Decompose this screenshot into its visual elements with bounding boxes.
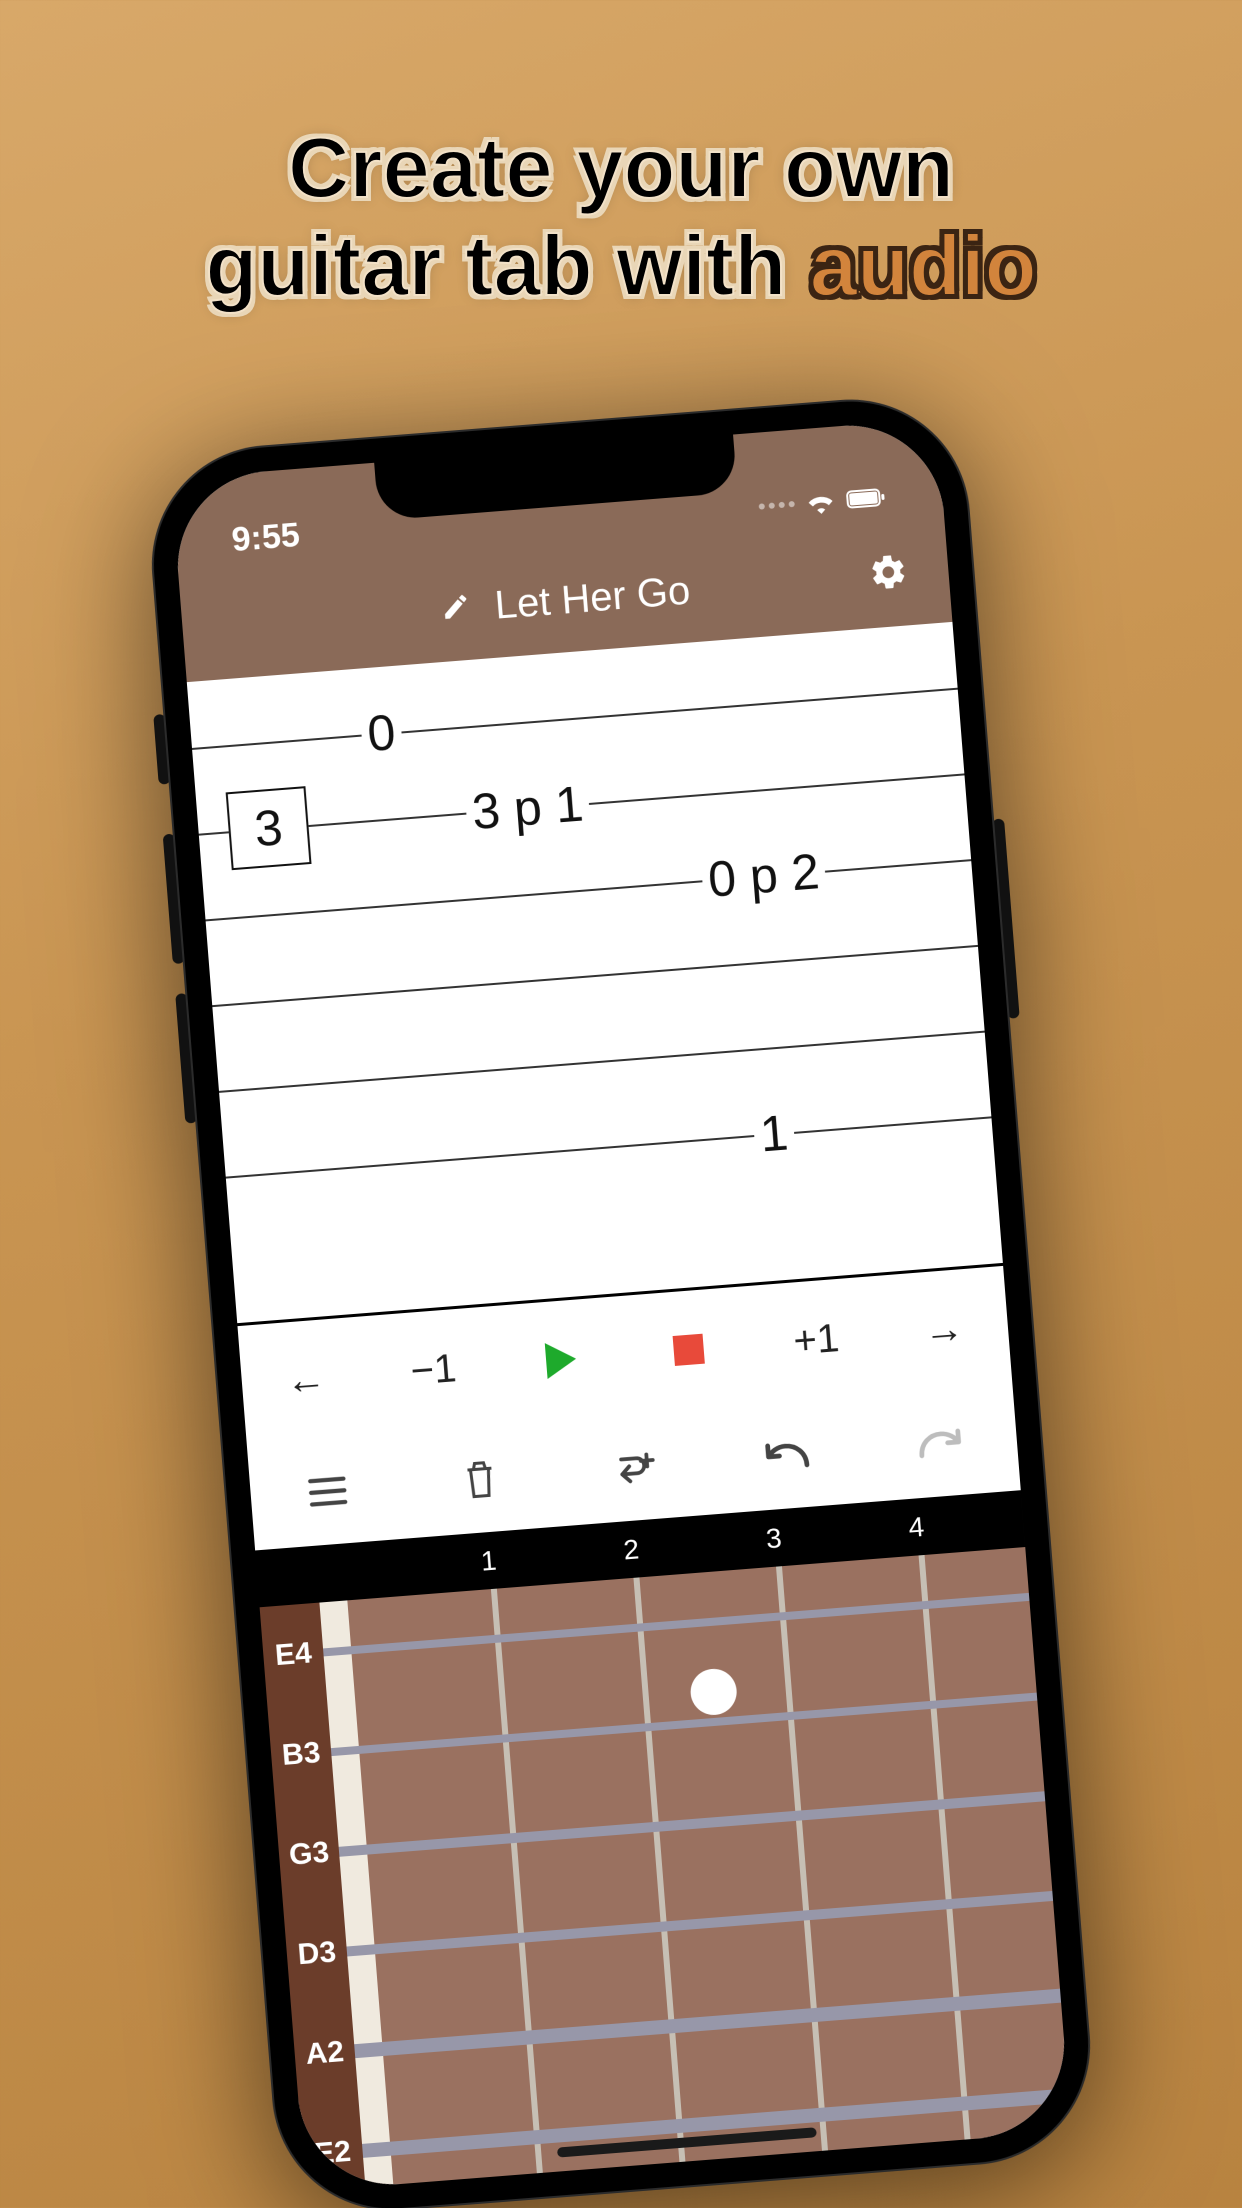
- staff-line-6: [226, 1116, 992, 1178]
- redo-button[interactable]: [898, 1410, 982, 1476]
- string-label-e4: E4: [262, 1635, 324, 1674]
- staff-line-1: [192, 688, 958, 750]
- phone-screen: 9:55 Let Her Go: [171, 419, 1071, 2192]
- headline-line2: guitar tab with audio: [0, 218, 1242, 316]
- stop-icon: [673, 1334, 705, 1366]
- fret-line-2: [633, 1577, 685, 2166]
- play-icon: [545, 1341, 578, 1379]
- fret-num-3: 3: [765, 1522, 783, 1555]
- status-time: 9:55: [230, 516, 301, 560]
- prev-button[interactable]: ←: [263, 1337, 349, 1423]
- headline-accent: audio: [810, 219, 1037, 314]
- tab-note-string1-0[interactable]: 0: [359, 703, 403, 764]
- fret-num-4: 4: [907, 1511, 925, 1544]
- string-label-a2: A2: [294, 2034, 356, 2073]
- cellular-icon: [759, 501, 795, 510]
- staff-line-5: [219, 1031, 985, 1093]
- headline-line2-plain: guitar tab with: [205, 219, 809, 314]
- fretboard-marker[interactable]: [689, 1667, 738, 1716]
- string-5[interactable]: [294, 1989, 1061, 2063]
- staff-line-4: [212, 945, 978, 1007]
- delete-button[interactable]: [438, 1446, 522, 1512]
- tab-note-string6[interactable]: 1: [752, 1103, 796, 1164]
- tab-seq-string3[interactable]: 0 p 2: [700, 842, 827, 909]
- fret-line-3: [776, 1566, 828, 2155]
- string-3[interactable]: [279, 1791, 1045, 1861]
- gear-icon[interactable]: [867, 551, 910, 599]
- tab-seq-string2[interactable]: 3 p 1: [464, 774, 591, 841]
- status-right-icons: [758, 484, 897, 519]
- promo-headline: Create your own guitar tab with audio: [0, 120, 1242, 316]
- string-label-d3: D3: [286, 1935, 348, 1974]
- menu-button[interactable]: [285, 1458, 369, 1524]
- string-label-e2: E2: [301, 2134, 363, 2173]
- play-button[interactable]: [518, 1317, 604, 1403]
- tab-sheet[interactable]: 0 3 3 p 1 0 p 2 1: [187, 622, 1003, 1326]
- string-label-g3: G3: [278, 1835, 340, 1874]
- phone-body: 9:55 Let Her Go: [143, 391, 1099, 2208]
- string-6[interactable]: [302, 2088, 1069, 2162]
- string-2[interactable]: [271, 1693, 1037, 1761]
- fret-num-2: 2: [622, 1533, 640, 1566]
- battery-icon: [846, 487, 887, 510]
- song-title[interactable]: Let Her Go: [493, 568, 692, 628]
- string-4[interactable]: [287, 1891, 1053, 1961]
- fretboard[interactable]: E4 B3 G3 D3 A2 E2: [260, 1547, 1072, 2191]
- fret-line-4: [919, 1555, 971, 2144]
- wifi-icon: [804, 489, 838, 515]
- phone-frame: 9:55 Let Her Go: [143, 391, 1099, 2208]
- decrement-button[interactable]: −1: [390, 1327, 476, 1413]
- staff-line-3: [205, 859, 971, 921]
- stop-button[interactable]: [646, 1307, 732, 1393]
- next-button[interactable]: →: [901, 1287, 987, 1373]
- insert-button[interactable]: [592, 1434, 676, 1500]
- increment-button[interactable]: +1: [773, 1297, 859, 1383]
- string-1[interactable]: [263, 1593, 1029, 1661]
- fret-num-1: 1: [480, 1545, 498, 1578]
- fret-line-1: [491, 1589, 543, 2178]
- edit-icon[interactable]: [440, 590, 473, 627]
- undo-button[interactable]: [745, 1422, 829, 1488]
- string-label-b3: B3: [270, 1735, 332, 1774]
- headline-line1: Create your own: [0, 120, 1242, 218]
- tab-note-selected[interactable]: 3: [226, 786, 312, 870]
